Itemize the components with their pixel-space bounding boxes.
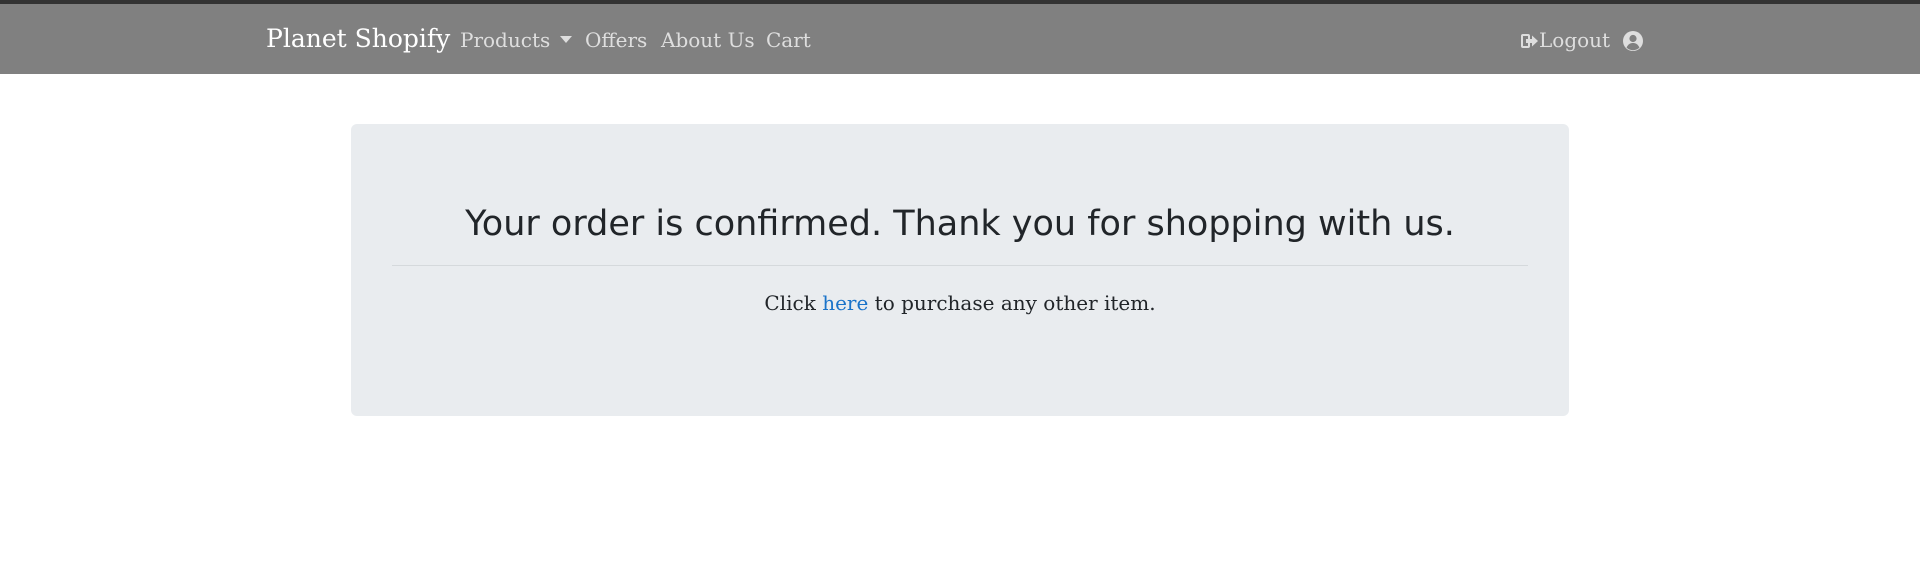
continue-shopping-link[interactable]: here — [822, 291, 868, 315]
continue-shopping-text: Click here to purchase any other item. — [351, 290, 1569, 316]
caret-down-icon — [560, 36, 573, 43]
sign-out-icon — [1521, 34, 1538, 48]
nav-products-dropdown[interactable]: Products — [460, 28, 573, 52]
nav-offers[interactable]: Offers — [585, 28, 647, 52]
user-circle-icon[interactable] — [1622, 30, 1644, 52]
nav-products-label: Products — [460, 28, 551, 52]
nav-about-us[interactable]: About Us — [661, 28, 755, 52]
brand-logo[interactable]: Planet Shopify — [266, 24, 450, 54]
divider — [392, 265, 1528, 266]
nav-cart[interactable]: Cart — [766, 28, 811, 52]
logout-label: Logout — [1539, 28, 1611, 52]
logout-link[interactable]: Logout — [1521, 28, 1610, 52]
lead-text-before: Click — [764, 291, 823, 315]
order-confirmation-panel: Your order is confirmed. Thank you for s… — [351, 124, 1569, 416]
navbar: Planet Shopify Products Offers About Us … — [0, 4, 1920, 74]
lead-text-after: to purchase any other item. — [868, 291, 1156, 315]
confirmation-heading: Your order is confirmed. Thank you for s… — [465, 204, 1455, 244]
